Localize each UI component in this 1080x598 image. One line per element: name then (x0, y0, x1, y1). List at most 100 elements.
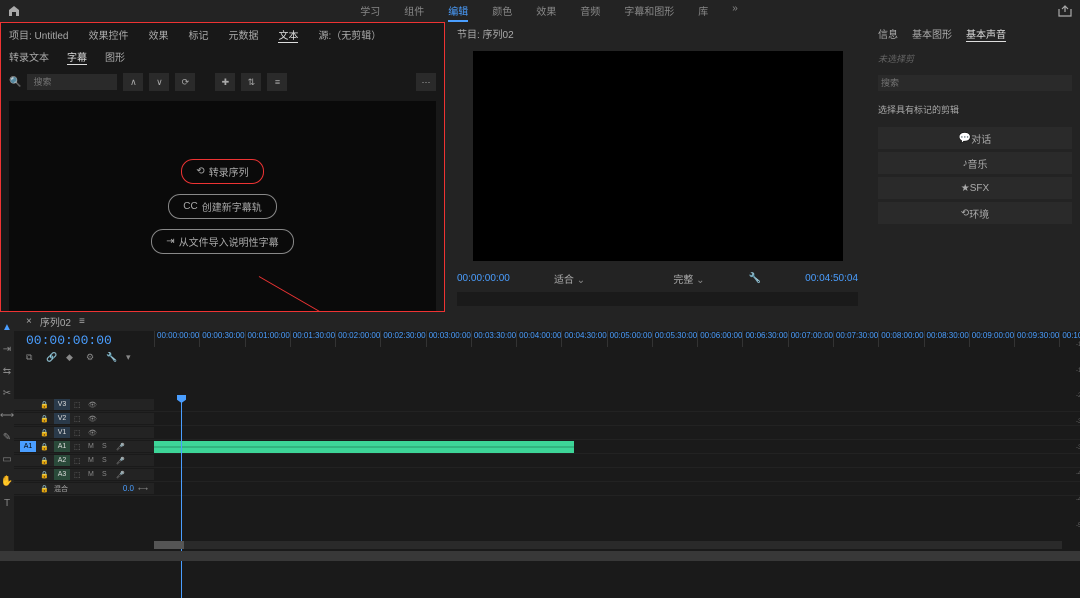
track-lock-icon[interactable]: 🔒 (40, 471, 50, 479)
rectangle-tool[interactable]: ▭ (0, 452, 14, 466)
timeline-timecode[interactable]: 00:00:00:00 (14, 331, 154, 350)
track-lock-icon[interactable]: 🔒 (40, 443, 50, 451)
preset-search-input[interactable] (878, 75, 1072, 91)
tab-graphics[interactable]: 图形 (105, 49, 125, 65)
no-selection-msg: 未选择剪 (878, 46, 1072, 71)
playhead[interactable] (181, 398, 182, 598)
caption-search-input[interactable] (27, 74, 117, 90)
settings-icon[interactable]: ⚙ (86, 352, 100, 366)
track-lock-icon[interactable]: 🔒 (40, 401, 50, 409)
add-caption-button[interactable]: ✚ (215, 73, 235, 91)
audio-type-ambience[interactable]: ⟲ 环境 (878, 202, 1072, 224)
tab-info[interactable]: 信息 (878, 26, 898, 42)
replace-button[interactable]: ⟳ (175, 73, 195, 91)
text-panel: 项目: Untitled 效果控件 效果 标记 元数据 文本 源:（无剪辑） 转… (0, 22, 445, 312)
track-mix[interactable]: 🔒混合0.0⟷ (14, 482, 1080, 496)
timeline-panel: × 序列02 ≡ 00:00:00:00 ⧉ 🔗 ◆ ⚙ 🔧 ▾ 00:00:0… (14, 312, 1080, 553)
transcribe-icon: ⟲ (196, 166, 204, 177)
tab-captions[interactable]: 字幕 (67, 49, 87, 65)
timeline-h-scrollbar[interactable] (154, 541, 1062, 549)
main-panels: 项目: Untitled 效果控件 效果 标记 元数据 文本 源:（无剪辑） 转… (0, 22, 1080, 312)
tab-source[interactable]: 源:（无剪辑） (318, 27, 381, 43)
track-v3[interactable]: 🔒V3⬚👁 (14, 398, 1080, 412)
workspace-audio[interactable]: 音频 (580, 1, 600, 22)
tab-essential-graphics[interactable]: 基本图形 (912, 26, 952, 42)
sequence-name[interactable]: 序列02 (40, 314, 71, 329)
cc-track-icon[interactable]: ▾ (126, 352, 140, 366)
transcribe-sequence-button[interactable]: ⟲ 转录序列 (181, 159, 263, 184)
pen-tool[interactable]: ✎ (0, 430, 14, 444)
merge-caption-button[interactable]: ≡ (267, 73, 287, 91)
program-monitor: 节目: 序列02 00:00:00:00 适合 ⌄ 完整 ⌄ 🔧 00:04:5… (445, 22, 870, 312)
workspace-learn[interactable]: 学习 (360, 1, 380, 22)
audio-clip[interactable] (154, 441, 574, 453)
workspace-assembly[interactable]: 组件 (404, 1, 424, 22)
right-panel-tabs: 信息 基本图形 基本声音 (878, 22, 1072, 46)
tool-palette: ▲ ⇥ ⇆ ✂ ⟷ ✎ ▭ ✋ T (0, 312, 14, 553)
workspace-color[interactable]: 颜色 (492, 1, 512, 22)
ripple-tool[interactable]: ⇆ (0, 364, 14, 378)
tab-project[interactable]: 项目: Untitled (9, 27, 68, 43)
slip-tool[interactable]: ⟷ (0, 408, 14, 422)
selection-tool[interactable]: ▲ (0, 320, 14, 334)
program-scrub-bar[interactable] (457, 292, 858, 306)
tab-text[interactable]: 文本 (278, 27, 298, 43)
track-select-tool[interactable]: ⇥ (0, 342, 14, 356)
track-a3[interactable]: 🔒A3⬚MS🎤 (14, 468, 1080, 482)
resolution-dropdown[interactable]: 完整 ⌄ (673, 271, 704, 286)
track-lock-icon[interactable]: 🔒 (40, 415, 50, 423)
text-sub-tabs: 转录文本 字幕 图形 (1, 47, 444, 67)
import-icon: ⇥ (166, 236, 174, 247)
track-a1[interactable]: A1🔒A1⬚MS🎤 (14, 440, 1080, 454)
essential-sound-panel: 信息 基本图形 基本声音 未选择剪 选择具有标记的剪辑 💬 对话 ♪ 音乐 ★ … (870, 22, 1080, 312)
program-video[interactable] (473, 51, 843, 261)
tab-transcript[interactable]: 转录文本 (9, 49, 49, 65)
track-lock-icon[interactable]: 🔒 (40, 457, 50, 465)
tab-markers[interactable]: 标记 (188, 27, 208, 43)
program-tc-left[interactable]: 00:00:00:00 (457, 273, 510, 284)
next-button[interactable]: ∨ (149, 73, 169, 91)
caption-toolbar: 🔍 ∧ ∨ ⟳ ✚ ⇅ ≡ ⋯ (1, 67, 444, 97)
create-caption-track-button[interactable]: CC 创建新字幕轨 (168, 194, 276, 219)
track-lock-icon[interactable]: 🔒 (40, 429, 50, 437)
status-bar (0, 551, 1080, 561)
audio-type-dialogue[interactable]: 💬 对话 (878, 127, 1072, 149)
workspace-overflow[interactable]: » (732, 1, 738, 22)
prev-button[interactable]: ∧ (123, 73, 143, 91)
tab-effects[interactable]: 效果 (148, 27, 168, 43)
import-caption-button[interactable]: ⇥ 从文件导入说明性字幕 (151, 229, 293, 254)
timeline-ruler[interactable]: 00:00:00:0000:00:30:0000:01:00:0000:01:3… (154, 331, 1080, 347)
type-tool[interactable]: T (0, 496, 14, 510)
workspace-effects[interactable]: 效果 (536, 1, 556, 22)
tab-essential-sound[interactable]: 基本声音 (966, 26, 1006, 42)
linked-selection-icon[interactable]: 🔗 (46, 352, 60, 366)
workspace-edit[interactable]: 编辑 (448, 1, 468, 22)
workspace-tabs: 学习 组件 编辑 颜色 效果 音频 字幕和图形 库 » (40, 1, 1058, 22)
audio-type-sfx[interactable]: ★ SFX (878, 177, 1072, 199)
workspace-library[interactable]: 库 (698, 1, 708, 22)
audio-type-music[interactable]: ♪ 音乐 (878, 152, 1072, 174)
caption-menu-button[interactable]: ⋯ (416, 73, 436, 91)
audio-section-title: 选择具有标记的剪辑 (878, 95, 1072, 124)
cc-icon: CC (183, 201, 197, 212)
workspace-captions[interactable]: 字幕和图形 (624, 1, 674, 22)
export-icon[interactable] (1058, 5, 1072, 17)
tab-metadata[interactable]: 元数据 (228, 27, 258, 43)
marker-icon[interactable]: ◆ (66, 352, 80, 366)
program-tc-right: 00:04:50:04 (805, 273, 858, 284)
program-header: 节目: 序列02 (457, 22, 858, 45)
track-v1[interactable]: 🔒V1⬚👁 (14, 426, 1080, 440)
fit-dropdown[interactable]: 适合 ⌄ (554, 271, 585, 286)
home-icon[interactable] (8, 5, 20, 17)
tracks: 🔒V3⬚👁 🔒V2⬚👁 🔒V1⬚👁 A1🔒A1⬚MS🎤 🔒A2⬚MS🎤 🔒A3⬚… (14, 398, 1080, 496)
track-a2[interactable]: 🔒A2⬚MS🎤 (14, 454, 1080, 468)
split-caption-button[interactable]: ⇅ (241, 73, 261, 91)
source-panel-tabs: 项目: Untitled 效果控件 效果 标记 元数据 文本 源:（无剪辑） (1, 23, 444, 47)
snap-icon[interactable]: ⧉ (26, 352, 40, 366)
hand-tool[interactable]: ✋ (0, 474, 14, 488)
track-v2[interactable]: 🔒V2⬚👁 (14, 412, 1080, 426)
tab-effect-controls[interactable]: 效果控件 (88, 27, 128, 43)
wrench-icon[interactable]: 🔧 (106, 352, 120, 366)
settings-icon[interactable]: 🔧 (749, 273, 761, 284)
razor-tool[interactable]: ✂ (0, 386, 14, 400)
